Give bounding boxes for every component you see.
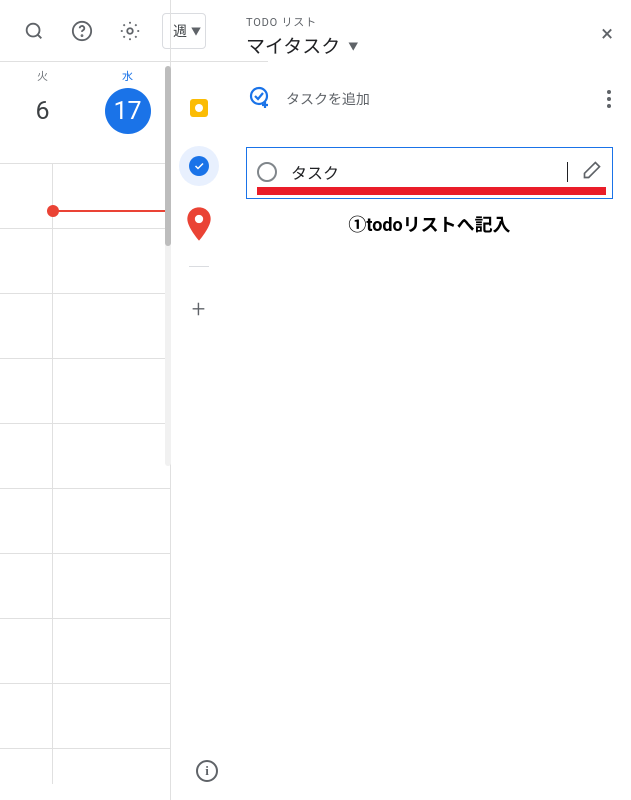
panel-subtitle: TODO リスト bbox=[246, 14, 358, 30]
hour-row[interactable] bbox=[0, 359, 170, 424]
tasks-icon[interactable] bbox=[179, 146, 219, 186]
calendar-icon[interactable] bbox=[0, 11, 6, 51]
add-sidepanel-icon[interactable]: + bbox=[179, 289, 219, 329]
now-indicator-dot bbox=[47, 205, 59, 217]
info-icon[interactable]: i bbox=[196, 760, 218, 782]
scrollbar-thumb[interactable] bbox=[165, 66, 171, 246]
hour-row[interactable] bbox=[0, 619, 170, 684]
calendar-grid[interactable] bbox=[0, 164, 170, 749]
instruction-annotation: ①todoリストへ記入 bbox=[246, 211, 613, 237]
calendar-area: 週 ▼ 火 6 水 17 bbox=[0, 0, 170, 800]
task-list-name: マイタスク bbox=[246, 32, 340, 59]
now-indicator-line bbox=[52, 210, 168, 212]
keep-icon[interactable] bbox=[179, 88, 219, 128]
tasks-panel: TODO リスト マイタスク ▼ × タスクを追加 タスク ①todoリストへ記… bbox=[226, 0, 631, 800]
scrollbar[interactable] bbox=[165, 66, 171, 466]
date-number[interactable]: 6 bbox=[20, 88, 66, 134]
task-list-selector[interactable]: マイタスク ▼ bbox=[246, 32, 358, 59]
day-column: 火 6 bbox=[0, 62, 85, 163]
chevron-down-icon: ▼ bbox=[348, 38, 358, 53]
side-panel-strip: + bbox=[170, 0, 226, 800]
hour-row[interactable] bbox=[0, 424, 170, 489]
search-icon[interactable] bbox=[14, 11, 54, 51]
task-title-input[interactable]: タスク bbox=[291, 162, 568, 182]
sidebar-divider bbox=[189, 266, 209, 267]
day-of-week: 水 bbox=[122, 68, 133, 84]
day-column-today: 水 17 bbox=[85, 62, 170, 163]
edit-icon[interactable] bbox=[582, 160, 602, 184]
hour-row[interactable] bbox=[0, 489, 170, 554]
add-task-row: タスクを追加 bbox=[246, 85, 613, 113]
help-icon[interactable] bbox=[62, 11, 102, 51]
hour-row[interactable] bbox=[0, 684, 170, 749]
day-of-week: 火 bbox=[37, 68, 48, 84]
hour-row[interactable] bbox=[0, 554, 170, 619]
overflow-menu-icon[interactable] bbox=[607, 90, 611, 108]
hour-row[interactable] bbox=[0, 164, 170, 229]
date-number-today[interactable]: 17 bbox=[105, 88, 151, 134]
task-item-editing[interactable]: タスク bbox=[246, 147, 613, 199]
add-task-label: タスクを追加 bbox=[286, 89, 370, 109]
day-headers: 火 6 水 17 bbox=[0, 62, 170, 164]
plus-icon: + bbox=[192, 295, 206, 323]
add-task-button[interactable]: タスクを追加 bbox=[248, 85, 370, 113]
gear-icon[interactable] bbox=[110, 11, 150, 51]
task-complete-circle[interactable] bbox=[257, 162, 277, 182]
add-task-icon bbox=[248, 85, 272, 113]
hour-row[interactable] bbox=[0, 294, 170, 359]
close-icon[interactable]: × bbox=[601, 22, 613, 47]
maps-icon[interactable] bbox=[179, 204, 219, 244]
hour-row[interactable] bbox=[0, 229, 170, 294]
highlight-underline bbox=[257, 187, 606, 195]
